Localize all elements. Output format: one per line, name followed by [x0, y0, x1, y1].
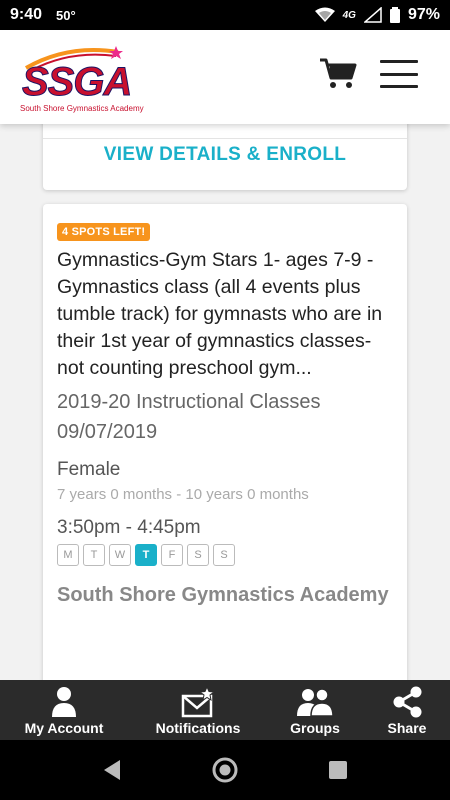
signal-icon: [363, 7, 382, 23]
class-age-range: 7 years 0 months - 10 years 0 months: [57, 486, 309, 503]
menu-line: [380, 85, 418, 88]
logo-subtitle: South Shore Gymnastics Academy: [20, 104, 144, 113]
nav-groups[interactable]: Groups: [280, 680, 350, 740]
share-icon: [393, 686, 422, 718]
nav-label: Share: [387, 720, 427, 736]
day-sunday: S: [213, 544, 235, 566]
battery-percent: 97%: [407, 6, 440, 23]
class-time: 3:50pm - 4:45pm: [57, 517, 201, 538]
ssga-logo[interactable]: SSGA South Shore Gymnastics Academy: [18, 42, 144, 114]
cart-icon: [320, 58, 357, 88]
day-saturday: S: [187, 544, 209, 566]
class-season: 2019-20 Instructional Classes: [57, 391, 321, 413]
nav-my-account[interactable]: My Account: [18, 680, 110, 740]
nav-label: Groups: [290, 720, 340, 736]
cart-button[interactable]: [318, 56, 358, 92]
previous-class-card: VIEW DETAILS & ENROLL: [43, 124, 407, 190]
envelope-star-icon: [181, 686, 215, 718]
system-nav-bar: [0, 740, 450, 800]
battery-icon: [389, 7, 400, 23]
class-gender: Female: [57, 459, 121, 480]
day-wednesday: W: [109, 544, 131, 566]
class-date: 09/07/2019: [57, 421, 158, 443]
view-details-enroll-link[interactable]: VIEW DETAILS & ENROLL: [43, 144, 407, 166]
spots-left-badge: 4 SPOTS LEFT!: [57, 223, 151, 241]
nav-notifications[interactable]: Notifications: [148, 680, 248, 740]
app-header: SSGA South Shore Gymnastics Academy: [0, 30, 450, 124]
network-type: 4G: [342, 9, 356, 21]
status-indicators: 4G 97%: [314, 6, 440, 24]
wifi-icon: [314, 7, 335, 22]
menu-line: [380, 72, 418, 76]
user-icon: [52, 687, 76, 717]
group-icon: [297, 688, 334, 717]
bottom-nav: My Account Notifications Groups Share: [0, 680, 450, 740]
back-icon[interactable]: [102, 759, 122, 781]
status-time: 9:40: [10, 6, 43, 23]
card-divider: [43, 138, 407, 139]
class-card[interactable]: 4 SPOTS LEFT! Gymnastics-Gym Stars 1- ag…: [43, 204, 407, 680]
class-title[interactable]: Gymnastics-Gym Stars 1- ages 7-9 - Gymna…: [57, 247, 393, 382]
nav-label: My Account: [24, 720, 104, 736]
day-thursday: T: [135, 544, 157, 566]
class-location: South Shore Gymnastics Academy: [57, 584, 389, 606]
menu-line: [380, 60, 418, 63]
hamburger-menu-button[interactable]: [380, 60, 418, 88]
class-list[interactable]: VIEW DETAILS & ENROLL 4 SPOTS LEFT! Gymn…: [0, 124, 450, 680]
status-bar: 9:40 50° 4G 97%: [0, 0, 450, 30]
logo-text: SSGA: [21, 60, 132, 105]
nav-share[interactable]: Share: [380, 680, 434, 740]
weekday-indicator: M T W T F S S: [57, 544, 393, 566]
home-icon[interactable]: [211, 756, 239, 784]
day-friday: F: [161, 544, 183, 566]
day-monday: M: [57, 544, 79, 566]
day-tuesday: T: [83, 544, 105, 566]
status-temperature: 50°: [56, 7, 76, 23]
recents-icon[interactable]: [328, 760, 348, 780]
nav-label: Notifications: [155, 720, 241, 736]
